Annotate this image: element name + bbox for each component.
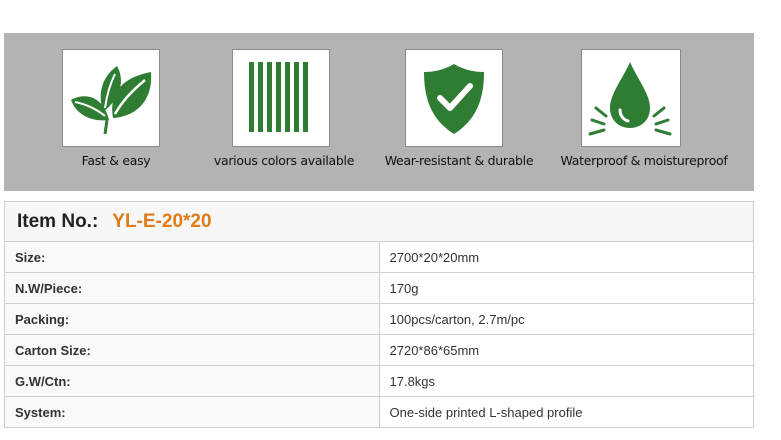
feature-colors: various colors available [184, 49, 384, 179]
row-label: Packing: [4, 303, 380, 335]
spec-table: Item No.: YL-E-20*20 Size: 2700*20*20mm N… [4, 201, 754, 428]
item-number-cell: Item No.: YL-E-20*20 [4, 201, 754, 242]
row-value: One-side printed L-shaped profile [378, 396, 754, 428]
row-label: Size: [4, 241, 380, 273]
row-label: System: [4, 396, 380, 428]
feature-caption: Wear-resistant & durable [384, 153, 534, 168]
item-number-row: Item No.: YL-E-20*20 [4, 201, 754, 242]
row-value: 170g [378, 272, 754, 304]
item-number-label: Item No.: [17, 210, 99, 232]
table-row: N.W/Piece: 170g [4, 272, 754, 304]
feature-wear-resistant: Wear-resistant & durable [359, 49, 559, 179]
color-stripes-icon [232, 49, 330, 147]
feature-waterproof: Waterproof & moistureproof [544, 49, 744, 179]
shield-check-icon [405, 49, 503, 147]
row-label: Carton Size: [4, 334, 380, 366]
water-drop-icon [581, 49, 681, 147]
leaves-icon [62, 49, 160, 147]
row-value: 2720*86*65mm [378, 334, 754, 366]
feature-band: Fast & easy various colors available Wea… [4, 33, 754, 191]
table-row: Size: 2700*20*20mm [4, 241, 754, 273]
item-number-value: YL-E-20*20 [112, 210, 212, 232]
row-label: G.W/Ctn: [4, 365, 380, 397]
feature-caption: Waterproof & moistureproof [560, 153, 728, 168]
row-value: 100pcs/carton, 2.7m/pc [378, 303, 754, 335]
table-row: Carton Size: 2720*86*65mm [4, 334, 754, 366]
table-row: System: One-side printed L-shaped profil… [4, 396, 754, 428]
table-row: Packing: 100pcs/carton, 2.7m/pc [4, 303, 754, 335]
table-row: G.W/Ctn: 17.8kgs [4, 365, 754, 397]
row-label: N.W/Piece: [4, 272, 380, 304]
row-value: 2700*20*20mm [378, 241, 754, 273]
feature-caption: various colors available [213, 153, 355, 168]
row-value: 17.8kgs [378, 365, 754, 397]
